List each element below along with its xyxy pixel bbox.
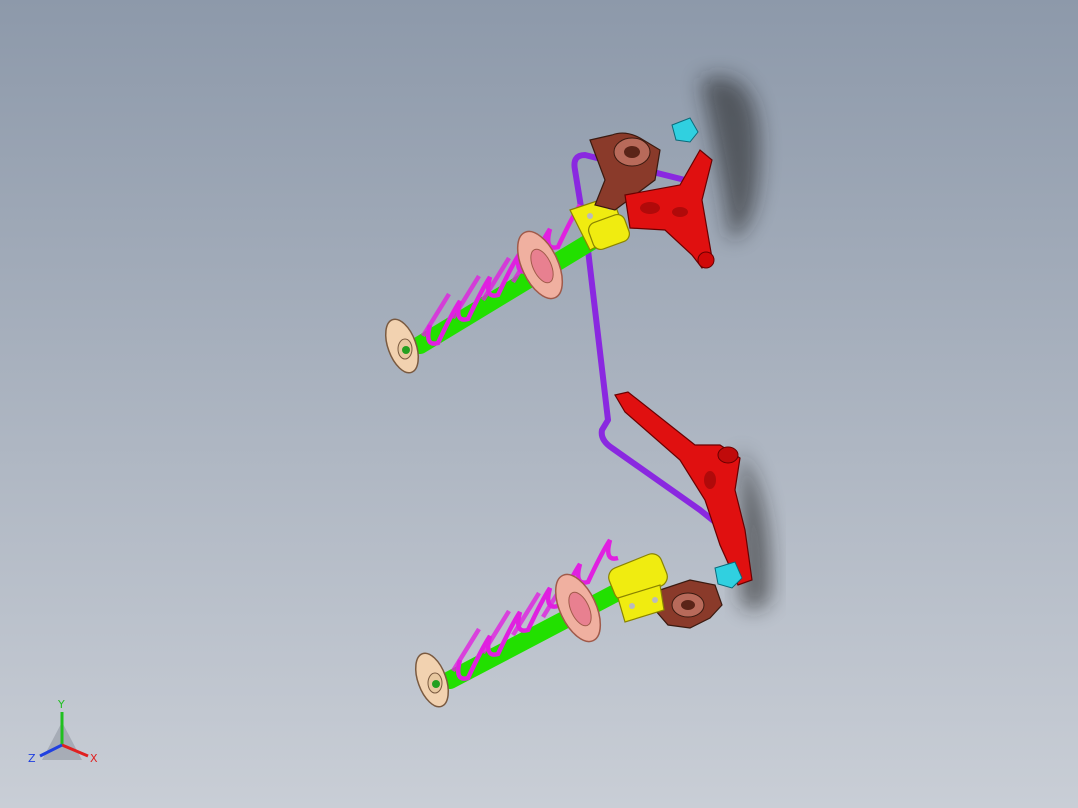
z-axis-label: Z bbox=[28, 752, 36, 765]
orientation-triad[interactable]: Y X Z bbox=[28, 698, 98, 765]
suspension-assembly-model[interactable]: Y X Z bbox=[0, 0, 1078, 808]
lower-strut-assembly[interactable] bbox=[409, 391, 753, 711]
3d-viewport[interactable]: Y X Z bbox=[0, 0, 1078, 808]
y-axis-label: Y bbox=[57, 698, 65, 711]
x-axis-label: X bbox=[90, 752, 98, 765]
lower-steering-knuckle[interactable] bbox=[654, 579, 723, 629]
lower-control-arm[interactable] bbox=[614, 391, 753, 586]
lower-clamp-bracket[interactable] bbox=[606, 551, 671, 623]
upper-coil-spring[interactable] bbox=[421, 203, 589, 346]
upper-strut-assembly[interactable] bbox=[379, 117, 715, 377]
upper-ball-joint[interactable] bbox=[671, 117, 699, 143]
